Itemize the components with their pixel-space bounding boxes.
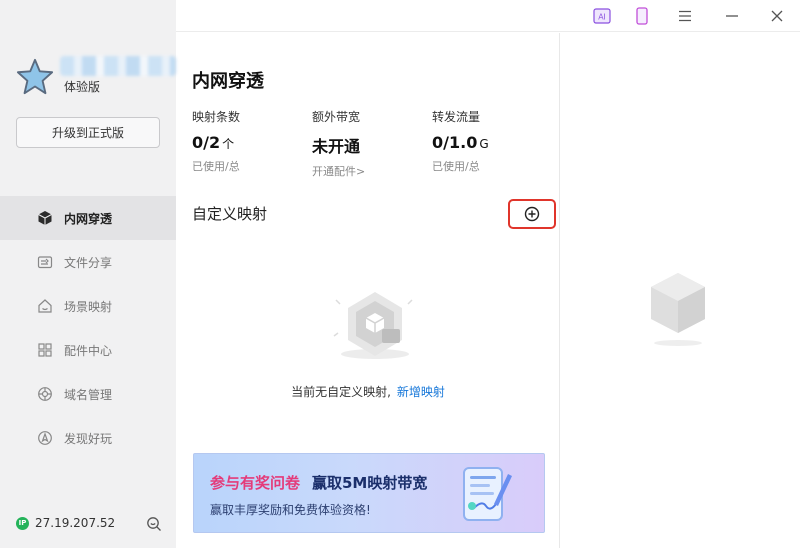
stat-mapping-count: 映射条数 0/2 个 已使用/总 [192,108,240,174]
ai-assistant-button[interactable]: AI [590,4,614,28]
home-icon [36,297,54,315]
stat-value: 未开通 [312,137,361,156]
upgrade-button[interactable]: 升级到正式版 [16,117,160,148]
stat-value: 0/2 个 [192,133,235,152]
star-logo-icon [16,58,54,95]
sidebar-item-domain[interactable]: 域名管理 [0,372,176,416]
close-button[interactable] [765,4,789,28]
cube-placeholder-icon [651,273,705,346]
globe-icon [36,385,54,403]
add-mapping-button[interactable] [508,199,556,229]
ip-badge-icon: IP [16,516,29,530]
compass-icon [36,429,54,447]
sidebar-item-label: 发现好玩 [64,431,113,446]
section-title: 自定义映射 [192,205,268,223]
stat-value: 0/1.0 G [432,133,489,152]
stat-forward-traffic: 转发流量 0/1.0 G 已使用/总 [432,108,489,174]
banner-headline: 赢取5M映射带宽 [312,474,428,492]
plus-circle-icon [524,206,540,222]
stat-sub: 已使用/总 [192,160,240,173]
minimize-button[interactable] [720,4,744,28]
sidebar-item-scene-mapping[interactable]: 场景映射 [0,284,176,328]
sidebar-nav: 内网穿透 文件分享 场景映射 配件中心 域名管理 发现好玩 [0,196,176,460]
sidebar-item-label: 场景映射 [64,299,113,314]
mobile-button[interactable] [630,4,654,28]
stat-sub: 已使用/总 [432,160,480,173]
ai-icon: AI [593,8,611,24]
sidebar-item-discover[interactable]: 发现好玩 [0,416,176,460]
menu-button[interactable] [673,4,697,28]
folder-share-icon [36,253,54,271]
sidebar-item-label: 文件分享 [64,255,113,270]
hamburger-menu-icon [679,10,691,22]
empty-state-message: 当前无自定义映射, [291,385,391,399]
survey-banner[interactable]: 参与有奖问卷 赢取5M映射带宽 赢取丰厚奖励和免费体验资格! [193,453,545,533]
stat-extra-bandwidth: 额外带宽 未开通 开通配件> [312,108,365,179]
phone-icon [636,7,648,25]
username-redacted [60,56,176,76]
sidebar-item-label: 域名管理 [64,387,113,402]
empty-state-text: 当前无自定义映射, 新增映射 [176,383,560,400]
stat-label: 映射条数 [192,110,241,124]
stat-label: 额外带宽 [312,110,361,124]
sidebar-item-accessories[interactable]: 配件中心 [0,328,176,372]
ip-address: 27.19.207.52 [35,516,116,530]
survey-document-icon [463,467,512,521]
refresh-search-icon[interactable] [146,516,162,532]
minimize-icon [726,15,738,17]
detail-panel [561,33,800,548]
sidebar-item-label: 内网穿透 [64,211,113,226]
add-mapping-link[interactable]: 新增映射 [397,385,445,399]
banner-subtext: 赢取丰厚奖励和免费体验资格! [210,503,371,517]
edition-label: 体验版 [64,80,101,94]
sidebar-item-label: 配件中心 [64,343,113,358]
empty-state-illustration [333,292,413,359]
title-bar: AI [176,0,800,32]
sidebar-item-intranet[interactable]: 内网穿透 [0,196,176,240]
stat-label: 转发流量 [432,110,481,124]
grid-icon [36,341,54,359]
sidebar: 体验版 升级到正式版 内网穿透 文件分享 场景映射 配件中心 域名管理 发现好玩… [0,0,176,548]
main-panel: 内网穿透 映射条数 0/2 个 已使用/总 额外带宽 未开通 开通配件> 转发流量… [176,33,560,548]
sidebar-item-file-share[interactable]: 文件分享 [0,240,176,284]
svg-text:AI: AI [598,13,606,22]
close-icon [771,10,783,22]
open-accessory-link[interactable]: 开通配件> [312,163,365,179]
ip-address-row: IP 27.19.207.52 [16,516,115,530]
page-title: 内网穿透 [192,71,264,92]
cube-icon [36,209,54,227]
banner-headline-highlight: 参与有奖问卷 [210,474,301,492]
